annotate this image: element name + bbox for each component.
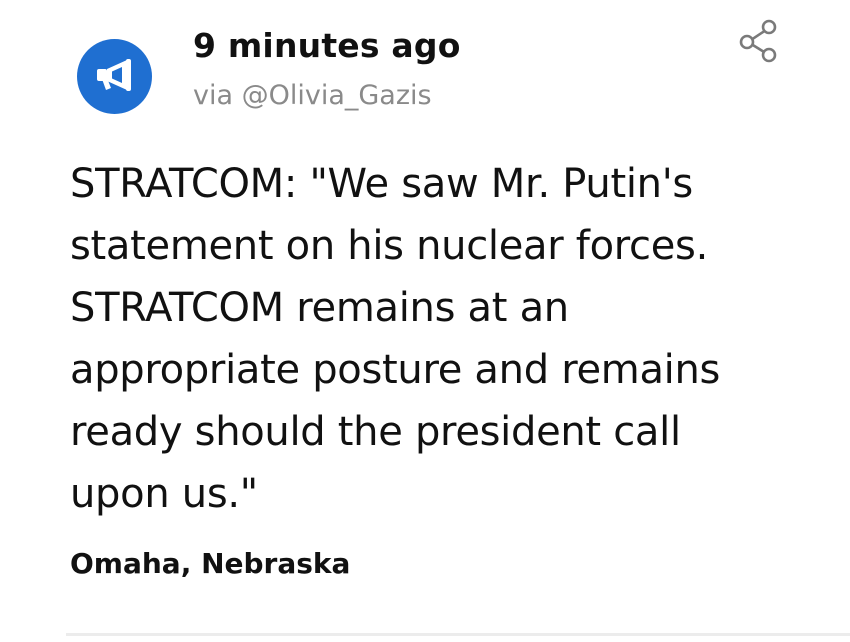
news-update-card: 9 minutes ago via @Olivia_Gazis STRATCOM… <box>0 0 850 642</box>
share-icon <box>739 19 777 63</box>
post-source[interactable]: via @Olivia_Gazis <box>193 80 432 111</box>
megaphone-icon <box>96 58 131 91</box>
share-button[interactable] <box>738 18 780 64</box>
post-location: Omaha, Nebraska <box>70 547 351 580</box>
post-timestamp: 9 minutes ago <box>193 26 461 65</box>
post-body: STRATCOM: "We saw Mr. Putin's statement … <box>70 161 721 517</box>
divider <box>66 633 850 636</box>
source-avatar[interactable] <box>77 39 152 114</box>
